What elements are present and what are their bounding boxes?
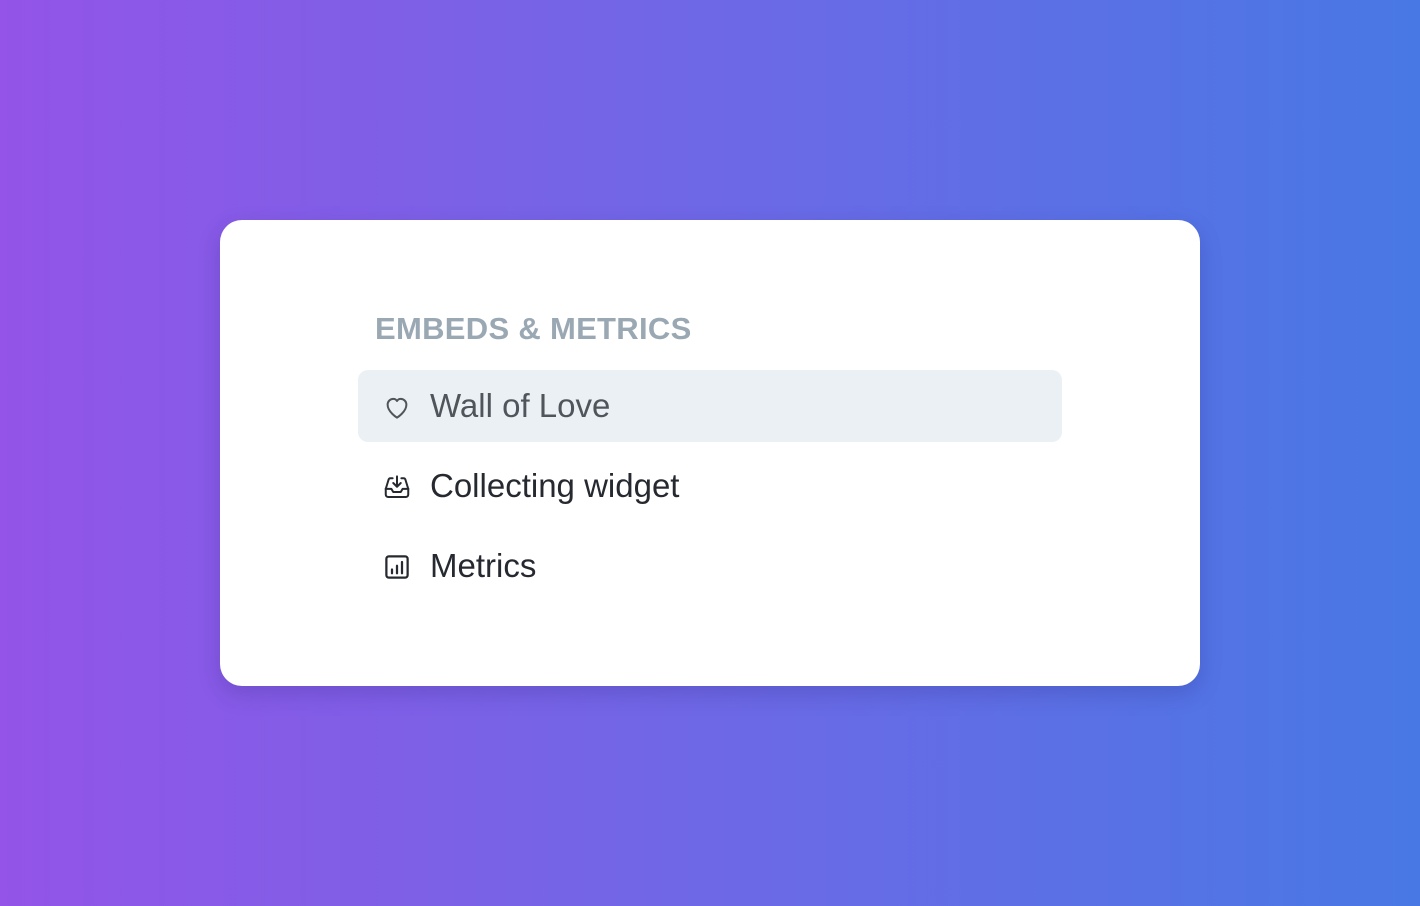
inbox-download-icon (382, 472, 412, 502)
menu-item-collecting-widget[interactable]: Collecting widget (358, 450, 1062, 522)
menu-item-label: Collecting widget (430, 467, 680, 504)
menu-item-metrics[interactable]: Metrics (358, 530, 1062, 602)
bar-chart-icon (382, 552, 412, 582)
menu-item-label: Wall of Love (430, 387, 611, 424)
nav-menu: Wall of Love Collecting widget Metrics (358, 370, 1062, 610)
heart-icon (382, 392, 412, 422)
embeds-metrics-card: EMBEDS & METRICS Wall of Love Collecting… (220, 220, 1200, 686)
menu-item-label: Metrics (430, 547, 537, 584)
menu-item-wall-of-love[interactable]: Wall of Love (358, 370, 1062, 442)
section-title: EMBEDS & METRICS (375, 311, 692, 346)
